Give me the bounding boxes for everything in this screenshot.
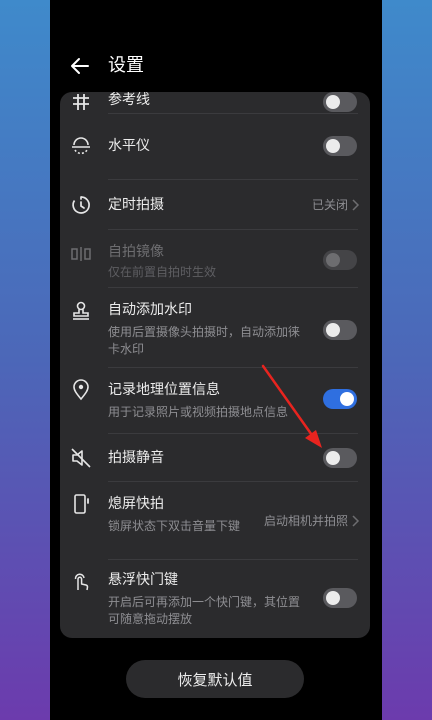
setting-row-location[interactable]: 记录地理位置信息 用于记录照片或视频拍摄地点信息 [60,368,370,434]
timer-icon [72,196,90,214]
setting-description: 开启后可再添加一个快门键，其位置可随意拖动摆放 [108,595,301,626]
setting-row-watermark[interactable]: 自动添加水印 使用后置摄像头拍摄时，自动添加徕卡水印 [60,288,370,368]
setting-description: 锁屏状态下双击音量下键 [108,519,241,533]
stamp-icon [73,301,89,320]
setting-label: 自拍镜像 [108,244,164,260]
level-icon [72,137,90,155]
setting-label: 熄屏快拍 [108,496,164,512]
header: 设置 [50,44,382,88]
background-left [0,0,50,720]
reset-defaults-button[interactable]: 恢复默认值 [126,660,304,698]
mirror-toggle[interactable] [323,250,357,270]
settings-card: 参考线 水平仪 定时拍摄 已关闭 自拍镜像 仅在前置自拍时生效 自动添加水印 使… [60,92,370,638]
touch-icon [74,573,89,591]
setting-row-grid[interactable]: 参考线 [60,92,370,114]
page-title: 设置 [108,55,144,76]
phone-icon [74,494,89,514]
background-right [382,0,432,720]
mute-toggle[interactable] [323,448,357,468]
setting-row-timer[interactable]: 定时拍摄 已关闭 [60,180,370,230]
setting-row-floating-shutter[interactable]: 悬浮快门键 开启后可再添加一个快门键，其位置可随意拖动摆放 [60,560,370,638]
setting-label: 自动添加水印 [108,302,192,318]
setting-description: 用于记录照片或视频拍摄地点信息 [108,405,289,419]
setting-label: 参考线 [108,92,150,108]
mirror-icon [71,247,91,261]
chevron-right-icon [352,515,360,527]
grid-toggle[interactable] [323,92,357,112]
grid-icon [73,94,89,110]
setting-label: 拍摄静音 [108,450,164,466]
location-toggle[interactable] [323,389,357,409]
level-toggle[interactable] [323,136,357,156]
setting-label: 水平仪 [108,138,150,154]
setting-value: 启动相机并拍照 [263,514,348,528]
setting-row-quick-snap[interactable]: 熄屏快拍 锁屏状态下双击音量下键 启动相机并拍照 [60,482,370,560]
watermark-toggle[interactable] [323,320,357,340]
setting-value: 已关闭 [311,198,348,212]
phone-screen: 设置 参考线 水平仪 定时拍摄 已关闭 自拍镜像 仅在前置自拍时生效 自动添加水… [50,0,382,720]
setting-label: 定时拍摄 [108,197,164,213]
mute-icon [71,448,91,468]
setting-row-level[interactable]: 水平仪 [60,114,370,180]
setting-description: 使用后置摄像头拍摄时，自动添加徕卡水印 [108,325,301,356]
setting-label: 悬浮快门键 [108,572,178,588]
floating-shutter-toggle[interactable] [323,588,357,608]
setting-row-mirror[interactable]: 自拍镜像 仅在前置自拍时生效 [60,230,370,288]
location-icon [73,379,89,401]
setting-row-mute[interactable]: 拍摄静音 [60,434,370,482]
setting-label: 记录地理位置信息 [108,382,220,398]
chevron-right-icon [352,199,360,211]
back-arrow-icon[interactable] [68,54,92,78]
setting-description: 仅在前置自拍时生效 [108,265,217,279]
